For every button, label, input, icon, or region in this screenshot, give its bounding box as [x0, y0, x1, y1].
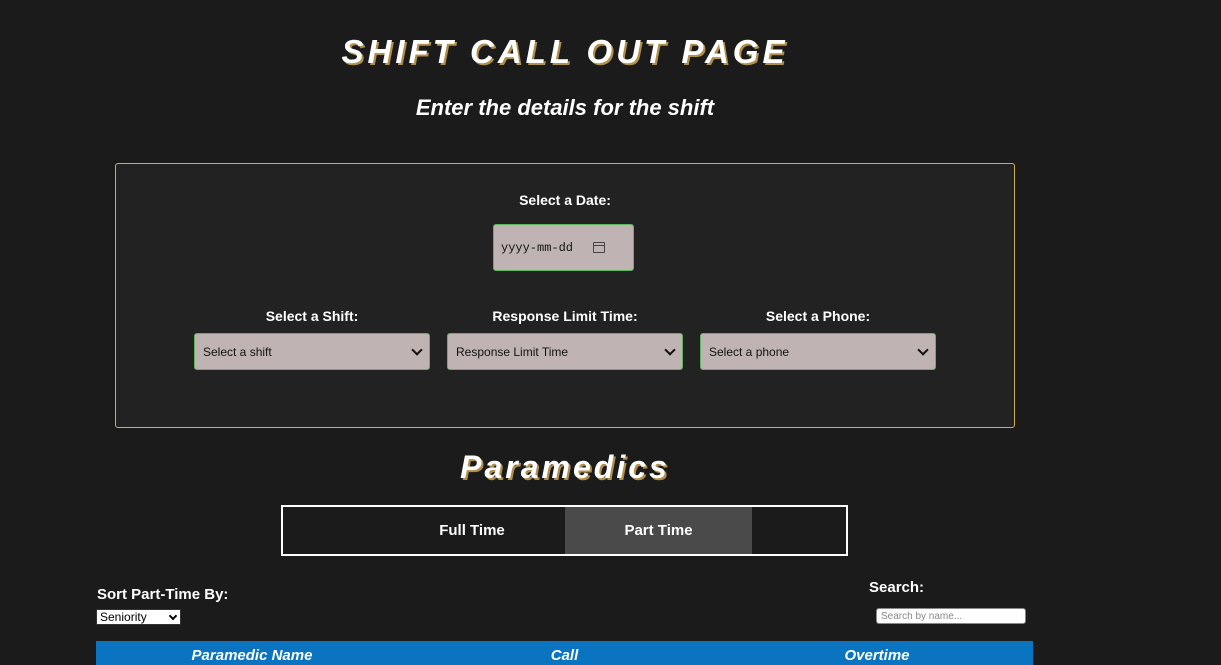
column-header-overtime[interactable]: Overtime [721, 641, 1033, 665]
phone-label: Select a Phone: [765, 308, 871, 324]
sort-label: Sort Part-Time By: [97, 586, 229, 603]
page-title: SHIFT CALL OUT PAGE [341, 33, 789, 70]
shift-field: Select a Shift: Select a shift [194, 308, 430, 370]
chevron-down-icon [917, 343, 929, 356]
search-label: Search: [869, 579, 925, 596]
response-limit-value: Response Limit Time [456, 344, 569, 359]
column-header-call[interactable]: Call [408, 641, 721, 665]
calendar-icon[interactable] [593, 242, 606, 253]
date-input[interactable]: yyyy-mm-dd [493, 224, 634, 271]
date-label: Select a Date: [519, 192, 611, 208]
shift-select[interactable]: Select a shift [194, 333, 430, 370]
sort-select-value: Seniority [100, 610, 147, 624]
page-subtitle: Enter the details for the shift [415, 95, 715, 120]
paramedics-title: Paramedics [460, 449, 670, 485]
shift-select-value: Select a shift [203, 344, 272, 359]
shift-call-out-page: SHIFT CALL OUT PAGE Enter the details fo… [0, 0, 1221, 665]
sort-select[interactable]: Seniority [96, 609, 181, 625]
shift-label: Select a Shift: [265, 308, 359, 324]
response-limit-select[interactable]: Response Limit Time [447, 333, 683, 370]
chevron-down-icon [664, 343, 676, 356]
phone-field: Select a Phone: Select a phone [700, 308, 936, 370]
phone-select[interactable]: Select a phone [700, 333, 936, 370]
column-header-paramedic-name[interactable]: Paramedic Name [96, 641, 408, 665]
tab-part-time[interactable]: Part Time [565, 507, 752, 554]
paramedics-table-header: Paramedic Name Call Overtime [96, 641, 1033, 665]
shift-details-panel: Select a Date: yyyy-mm-dd Select a Shift… [115, 163, 1015, 428]
employment-tabs: Full Time Part Time [281, 505, 848, 556]
response-limit-label: Response Limit Time: [492, 308, 638, 324]
search-input[interactable] [876, 608, 1026, 624]
chevron-down-icon [411, 343, 423, 356]
date-placeholder: yyyy-mm-dd [501, 240, 574, 255]
chevron-down-icon [168, 611, 178, 620]
phone-select-value: Select a phone [709, 344, 790, 359]
response-limit-field: Response Limit Time: Response Limit Time [447, 308, 683, 370]
tab-full-time[interactable]: Full Time [378, 507, 566, 554]
